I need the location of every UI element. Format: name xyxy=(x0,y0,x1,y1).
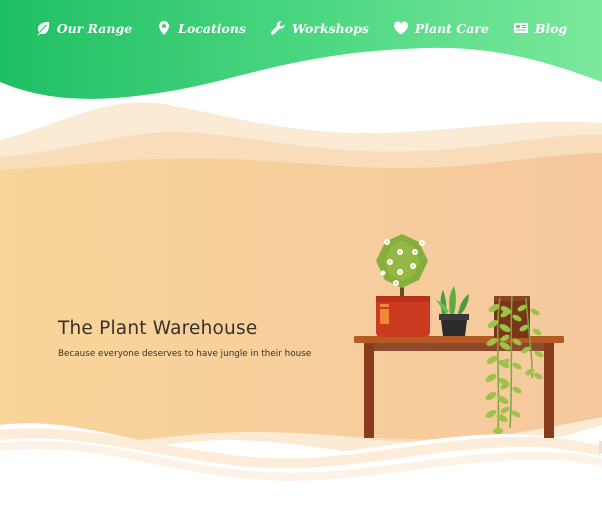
nav-item-label: Plant Care xyxy=(414,20,489,36)
hero-text-block: The Plant Warehouse Because everyone des… xyxy=(58,318,311,359)
nav-item-locations[interactable]: Locations xyxy=(156,16,246,40)
map-pin-icon xyxy=(159,21,170,35)
nav-item-label: Locations xyxy=(178,20,246,36)
main-navigation: Our Range Locations Workshops Plant Care… xyxy=(0,16,602,40)
newspaper-icon xyxy=(513,23,528,33)
nav-item-our-range[interactable]: Our Range xyxy=(35,16,132,40)
nav-item-plant-care[interactable]: Plant Care xyxy=(393,16,489,40)
nav-item-blog[interactable]: Blog xyxy=(513,16,567,40)
leaf-icon xyxy=(36,22,49,36)
plants-on-table-illustration xyxy=(354,234,564,438)
heart-icon xyxy=(393,21,408,35)
wrench-icon xyxy=(270,21,285,35)
nav-item-label: Our Range xyxy=(56,20,133,36)
nav-item-label: Blog xyxy=(534,20,568,36)
nav-item-workshops[interactable]: Workshops xyxy=(270,16,369,40)
nav-item-label: Workshops xyxy=(292,20,369,36)
hero-subtitle: Because everyone deserves to have jungle… xyxy=(58,349,312,359)
hero-title: The Plant Warehouse xyxy=(58,318,258,339)
